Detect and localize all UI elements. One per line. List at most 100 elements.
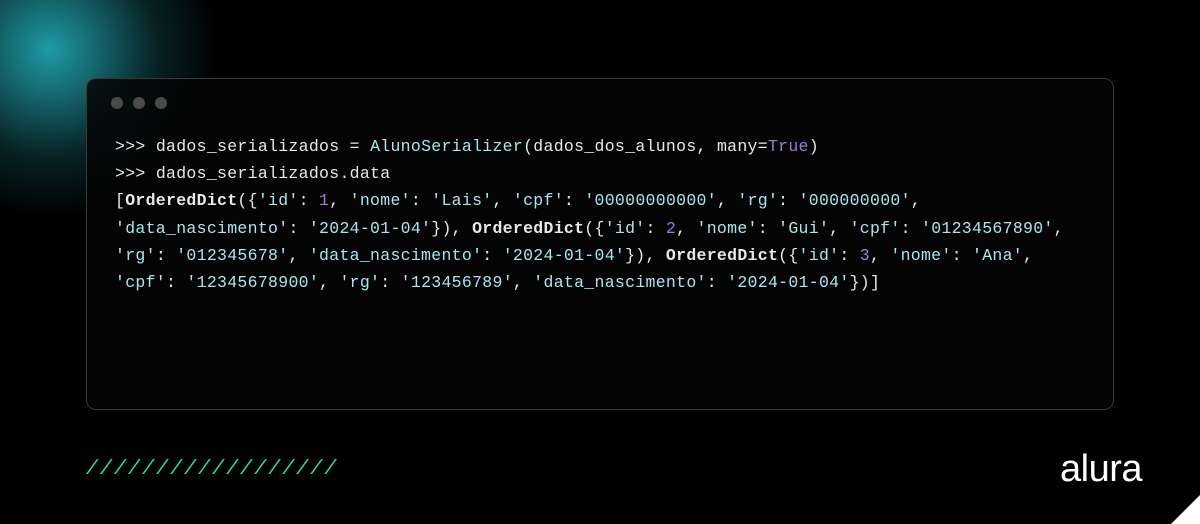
slash-icon: / — [128, 458, 140, 481]
bool-literal: True — [768, 137, 809, 156]
slash-icon: / — [310, 458, 322, 481]
ordereddict-label: OrderedDict — [666, 246, 778, 265]
dict-key: 'cpf' — [115, 273, 166, 292]
dict-open: ({ — [778, 246, 798, 265]
colon: : — [901, 219, 921, 238]
comma: , — [646, 246, 666, 265]
window-controls — [87, 79, 1113, 109]
variable-name: dados_serializados — [156, 137, 340, 156]
dict-key: 'cpf' — [850, 219, 901, 238]
str-literal: '2024-01-04' — [727, 273, 849, 292]
ordereddict-label: OrderedDict — [472, 219, 584, 238]
dict-close: }) — [850, 273, 870, 292]
slash-icon: / — [114, 458, 126, 481]
colon: : — [952, 246, 972, 265]
dict-key: 'nome' — [697, 219, 758, 238]
slash-icon: / — [156, 458, 168, 481]
comma: , — [676, 219, 696, 238]
int-literal: 2 — [666, 219, 676, 238]
paren-open: ( — [523, 137, 533, 156]
colon: : — [299, 191, 319, 210]
comma: , — [493, 191, 513, 210]
str-literal: '000000000' — [799, 191, 911, 210]
comma: , — [329, 191, 349, 210]
str-literal: '00000000000' — [584, 191, 717, 210]
class-name: AlunoSerializer — [370, 137, 523, 156]
dict-key: 'rg' — [339, 273, 380, 292]
comma: , — [717, 191, 737, 210]
window-dot — [111, 97, 123, 109]
str-literal: '12345678900' — [186, 273, 319, 292]
colon: : — [166, 273, 186, 292]
str-literal: 'Gui' — [778, 219, 829, 238]
slash-icon: / — [170, 458, 182, 481]
colon: : — [707, 273, 727, 292]
str-literal: 'Lais' — [431, 191, 492, 210]
str-literal: '2024-01-04' — [309, 219, 431, 238]
colon: : — [380, 273, 400, 292]
slash-icon: / — [254, 458, 266, 481]
int-literal: 3 — [860, 246, 870, 265]
equals-op: = — [339, 137, 370, 156]
slash-icon: / — [184, 458, 196, 481]
dict-key: 'data_nascimento' — [533, 273, 706, 292]
dict-open: ({ — [237, 191, 257, 210]
slash-decoration: ////////////////// — [86, 458, 336, 481]
slash-icon: / — [240, 458, 252, 481]
comma: , — [1054, 219, 1074, 238]
arg-sep: , — [697, 137, 717, 156]
slash-icon: / — [282, 458, 294, 481]
list-open: [ — [115, 191, 125, 210]
code-content: >>> dados_serializados = AlunoSerializer… — [87, 109, 1113, 314]
ordereddict-label: OrderedDict — [125, 191, 237, 210]
dict-key: 'id' — [605, 219, 646, 238]
slash-icon: / — [226, 458, 238, 481]
dict-key: 'id' — [258, 191, 299, 210]
argument: dados_dos_alunos — [533, 137, 696, 156]
code-window: >>> dados_serializados = AlunoSerializer… — [86, 78, 1114, 410]
dict-close: }) — [625, 246, 645, 265]
int-literal: 1 — [319, 191, 329, 210]
dict-key: 'nome' — [350, 191, 411, 210]
list-close: ] — [870, 273, 880, 292]
corner-cut-icon — [1171, 494, 1200, 524]
comma: , — [1023, 246, 1043, 265]
str-literal: '123456789' — [401, 273, 513, 292]
paren-close: ) — [809, 137, 819, 156]
colon: : — [411, 191, 431, 210]
dict-key: 'data_nascimento' — [309, 246, 482, 265]
slash-icon: / — [100, 458, 112, 481]
slash-icon: / — [86, 458, 98, 481]
dict-key: 'cpf' — [513, 191, 564, 210]
repl-prompt: >>> — [115, 137, 156, 156]
dict-key: 'nome' — [890, 246, 951, 265]
colon: : — [839, 246, 859, 265]
slash-icon: / — [142, 458, 154, 481]
dict-key: 'id' — [799, 246, 840, 265]
window-dot — [133, 97, 145, 109]
expression: dados_serializados.data — [156, 164, 391, 183]
comma: , — [288, 246, 308, 265]
comma: , — [911, 191, 931, 210]
comma: , — [870, 246, 890, 265]
colon: : — [156, 246, 176, 265]
slash-icon: / — [324, 458, 336, 481]
dict-close: }) — [431, 219, 451, 238]
comma: , — [319, 273, 339, 292]
dict-key: 'rg' — [737, 191, 778, 210]
str-literal: '012345678' — [176, 246, 288, 265]
dict-key: 'data_nascimento' — [115, 219, 288, 238]
comma: , — [829, 219, 849, 238]
colon: : — [646, 219, 666, 238]
kwarg-name: many= — [717, 137, 768, 156]
slash-icon: / — [198, 458, 210, 481]
colon: : — [758, 219, 778, 238]
colon: : — [288, 219, 308, 238]
comma: , — [513, 273, 533, 292]
colon: : — [564, 191, 584, 210]
dict-open: ({ — [584, 219, 604, 238]
repl-prompt: >>> — [115, 164, 156, 183]
str-literal: '2024-01-04' — [503, 246, 625, 265]
slash-icon: / — [212, 458, 224, 481]
colon: : — [482, 246, 502, 265]
